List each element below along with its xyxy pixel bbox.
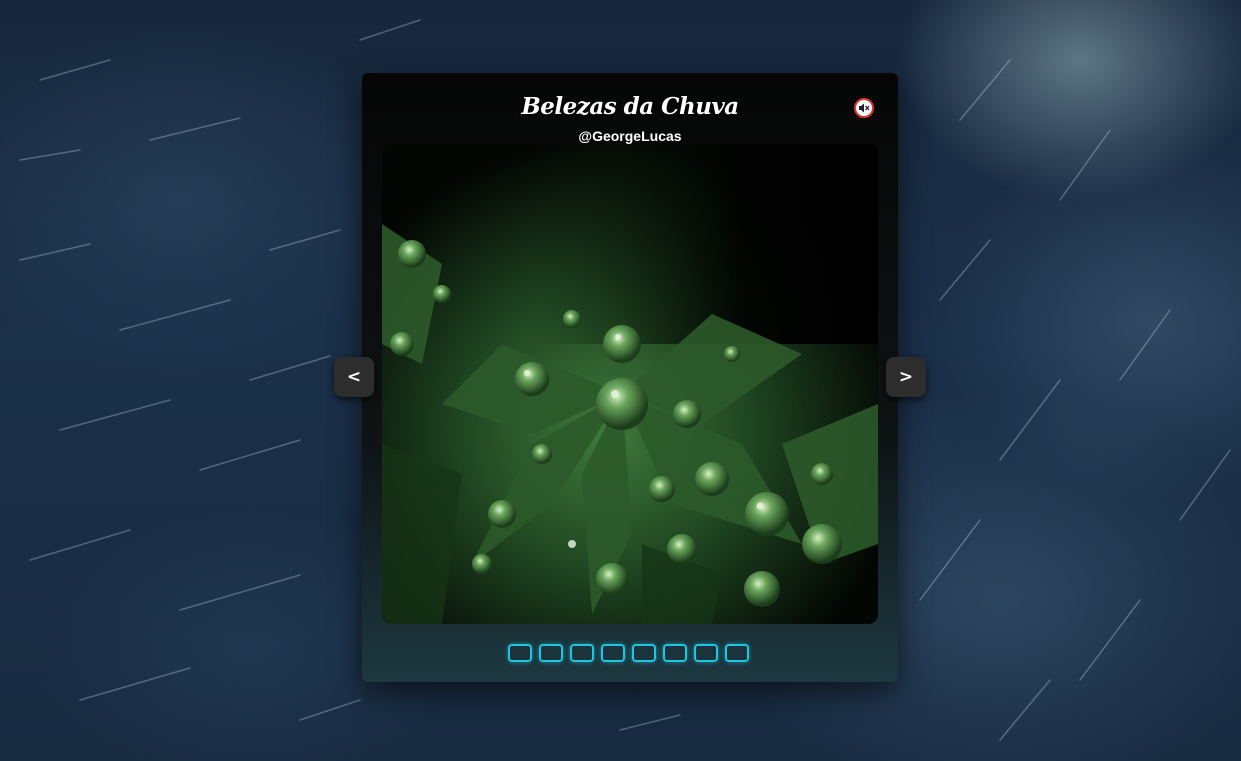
slide-indicators [508, 644, 749, 662]
slide-indicator-1[interactable] [508, 644, 532, 662]
gallery-author: @GeorgeLucas [578, 128, 682, 144]
slide-image [382, 144, 878, 624]
slide-indicator-2[interactable] [539, 644, 563, 662]
slide-indicator-6[interactable] [663, 644, 687, 662]
speaker-muted-icon [858, 102, 870, 114]
slide-indicator-3[interactable] [570, 644, 594, 662]
slide-indicator-8[interactable] [725, 644, 749, 662]
mute-button[interactable] [854, 98, 874, 118]
slide-indicator-4[interactable] [601, 644, 625, 662]
gallery-title: Belezas da Chuva [521, 93, 739, 120]
gallery-card: Belezas da Chuva @GeorgeLucas < > [334, 73, 926, 682]
slide-indicator-5[interactable] [632, 644, 656, 662]
previous-slide-button[interactable]: < [334, 357, 374, 397]
slide-indicator-7[interactable] [694, 644, 718, 662]
next-slide-button[interactable]: > [886, 357, 926, 397]
